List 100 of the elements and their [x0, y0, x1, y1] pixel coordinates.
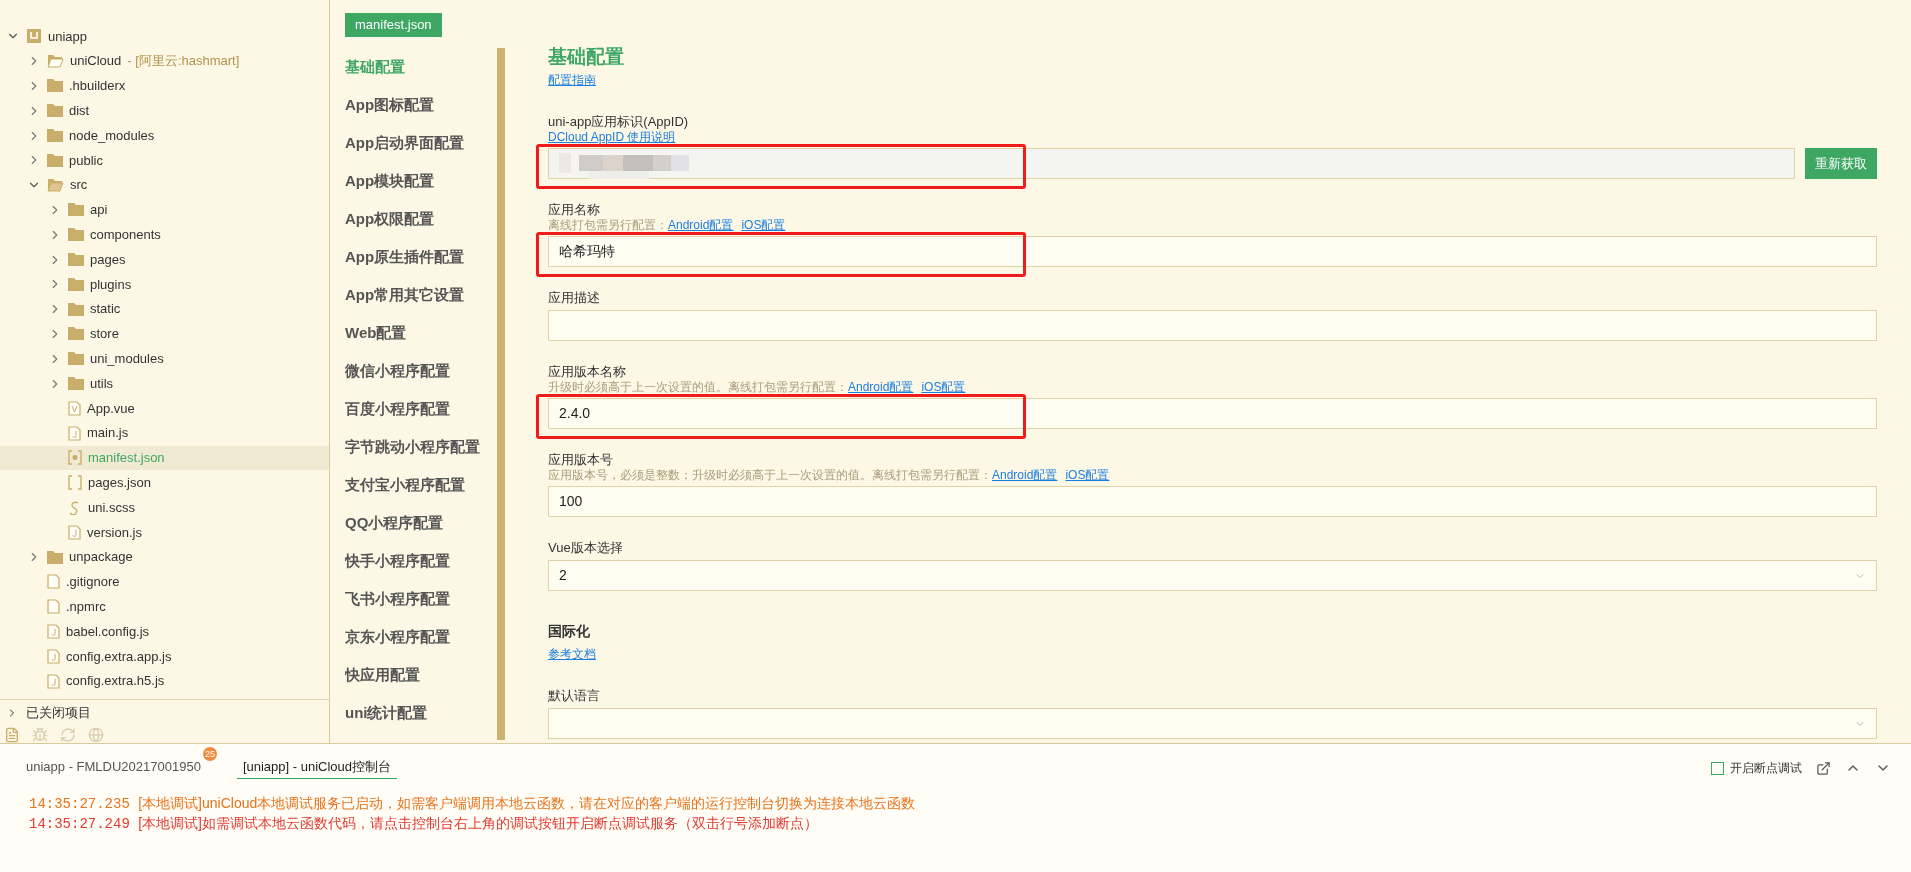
help-link[interactable]: Android配置 — [668, 218, 734, 232]
help-link[interactable]: DCloud AppID 使用说明 — [548, 130, 676, 144]
config-nav-item[interactable]: App原生插件配置 — [345, 238, 497, 276]
file-name: .gitignore — [66, 573, 120, 592]
help-link[interactable]: iOS配置 — [1065, 468, 1110, 482]
file-name: uni_modules — [90, 350, 164, 368]
folder-icon — [47, 153, 63, 167]
file-icon — [47, 648, 60, 664]
folder-icon — [47, 550, 63, 564]
config-nav-item[interactable]: 支付宝小程序配置 — [345, 466, 497, 504]
folder-row[interactable]: public — [0, 148, 329, 173]
config-nav-item[interactable]: 快手小程序配置 — [345, 542, 497, 580]
text-field[interactable] — [548, 310, 1877, 341]
file-name: uniCloud — [70, 52, 122, 71]
open-folder-icon — [47, 54, 64, 69]
file-name: node_modules — [69, 126, 155, 145]
folder-row[interactable]: components — [0, 222, 329, 248]
config-nav-item[interactable]: 微信小程序配置 — [345, 352, 497, 390]
file-row[interactable]: version.js — [0, 519, 329, 545]
config-nav-item[interactable]: 快应用配置 — [345, 656, 497, 694]
folder-row[interactable]: api — [0, 197, 329, 223]
file-row[interactable]: babel.config.js — [0, 619, 329, 644]
folder-row[interactable]: .hbuilderx — [0, 73, 329, 99]
file-icon — [47, 574, 60, 590]
file-row[interactable]: uni.scss — [0, 495, 329, 520]
config-nav-item[interactable]: 京东小程序配置 — [345, 618, 497, 656]
file-name: api — [90, 201, 108, 220]
folder-icon — [47, 129, 63, 143]
file-row[interactable]: .npmrc — [0, 594, 329, 620]
file-name: utils — [90, 374, 114, 393]
text-field[interactable]: 100 — [548, 486, 1877, 517]
folder-row[interactable]: static — [0, 296, 329, 322]
config-nav-item[interactable]: QQ小程序配置 — [345, 504, 497, 542]
folder-row[interactable]: unpackage — [0, 544, 329, 570]
closed-projects-row[interactable]: 已关闭项目 — [0, 699, 329, 727]
folder-row[interactable]: pages — [0, 247, 329, 272]
field-label: uni-app应用标识(AppID) — [548, 113, 690, 130]
folder-icon — [68, 377, 84, 391]
file-name: uniapp — [48, 27, 88, 46]
config-nav-item[interactable]: App启动界面配置 — [345, 124, 497, 162]
text-field[interactable]: 2.4.0 — [548, 398, 1877, 429]
folder-row[interactable]: dist — [0, 98, 329, 124]
select-field[interactable]: 2 — [548, 560, 1877, 591]
field-label: 应用描述 — [548, 289, 601, 306]
guide-link[interactable]: 配置指南 — [548, 73, 596, 87]
folder-icon — [47, 79, 63, 93]
log-line: 14:35:27.235 [本地调试]uniCloud本地调试服务已启动，如需客户端调用本地云函数，请在对应的客户端的运行控制台切换为连接本地云函数 — [29, 794, 917, 814]
open-external-icon[interactable] — [1816, 760, 1831, 776]
file-name: config.extra.h5.js — [66, 672, 165, 691]
file-row[interactable]: config.extra.h5.js — [0, 668, 329, 694]
help-link[interactable]: iOS配置 — [921, 380, 966, 394]
config-nav-item[interactable]: 飞书小程序配置 — [345, 580, 497, 618]
folder-row[interactable]: uniCloud - [阿里云:hashmart] — [0, 48, 329, 74]
folder-icon — [68, 352, 84, 366]
file-row[interactable]: pages.json — [0, 470, 329, 496]
folder-row[interactable]: uni_modules — [0, 346, 329, 372]
guide-link[interactable]: 参考文档 — [548, 647, 596, 661]
file-name: unpackage — [69, 548, 133, 567]
folder-row[interactable]: store — [0, 321, 329, 347]
folder-row[interactable]: utils — [0, 371, 329, 396]
text-field[interactable]: 哈希玛特 — [548, 236, 1877, 267]
folder-icon — [68, 228, 84, 242]
section-title: 国际化 — [548, 622, 591, 641]
config-nav-item[interactable]: Web配置 — [345, 314, 497, 352]
folder-icon — [68, 302, 84, 316]
file-row[interactable]: App.vue — [0, 395, 329, 421]
config-nav-item[interactable]: 百度小程序配置 — [345, 390, 497, 428]
folder-icon — [68, 327, 84, 341]
file-name: App.vue — [87, 399, 135, 418]
file-name: pages.json — [88, 474, 151, 492]
file-icon — [68, 425, 81, 441]
config-nav-item[interactable]: App图标配置 — [345, 86, 497, 124]
file-name: main.js — [87, 424, 129, 443]
folder-row[interactable]: node_modules — [0, 123, 329, 148]
file-name: plugins — [90, 275, 132, 294]
file-row[interactable]: .gitignore — [0, 569, 329, 595]
file-icon — [47, 599, 60, 615]
appid-field[interactable] — [548, 148, 1795, 179]
help-link[interactable]: Android配置 — [992, 468, 1058, 482]
config-nav-item[interactable]: uni统计配置 — [345, 694, 497, 732]
config-nav-item[interactable]: 字节跳动小程序配置 — [345, 428, 497, 466]
folder-icon — [68, 253, 84, 267]
config-nav-item[interactable]: App权限配置 — [345, 200, 497, 238]
brackets-icon — [68, 475, 82, 491]
file-icon — [68, 400, 81, 416]
folder-row[interactable]: uniapp — [0, 24, 329, 49]
file-name: pages — [90, 250, 126, 269]
folder-row[interactable]: src — [0, 172, 329, 198]
file-row[interactable]: config.extra.app.js — [0, 643, 329, 669]
select-field[interactable] — [548, 708, 1877, 739]
config-nav-item[interactable]: App模块配置 — [345, 162, 497, 200]
help-link[interactable]: Android配置 — [848, 380, 914, 394]
config-nav-item[interactable]: App常用其它设置 — [345, 276, 497, 314]
count-badge: 25 — [202, 747, 217, 762]
help-link[interactable]: iOS配置 — [741, 218, 786, 232]
file-row[interactable]: main.js — [0, 420, 329, 446]
console-tab[interactable]: [uniapp] - uniCloud控制台 — [236, 756, 398, 780]
debug-checkbox[interactable]: 开启断点调试 — [1711, 759, 1802, 777]
files-icon[interactable] — [4, 726, 20, 743]
folder-row[interactable]: plugins — [0, 271, 329, 297]
